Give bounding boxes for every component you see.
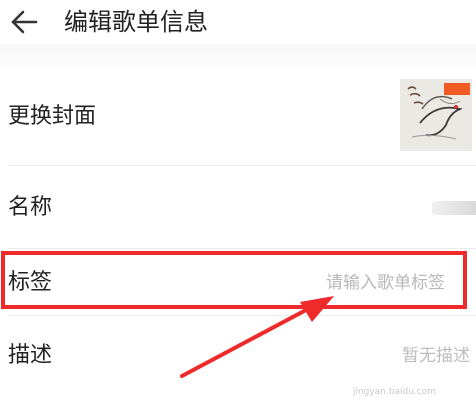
top-bar: 编辑歌单信息	[0, 0, 476, 44]
edit-playlist-screen: 编辑歌单信息 更换封面 名称 标签 描述	[0, 0, 476, 401]
cover-thumbnail[interactable]	[400, 79, 472, 151]
tags-row[interactable]: 标签	[0, 250, 476, 316]
tags-label: 标签	[8, 270, 53, 295]
name-row[interactable]: 名称	[0, 167, 476, 249]
tags-input[interactable]	[326, 268, 476, 298]
description-value: 暂无描述	[402, 346, 470, 366]
description-label: 描述	[8, 343, 53, 368]
name-label: 名称	[8, 195, 53, 220]
page-title: 编辑歌单信息	[64, 8, 208, 36]
row-divider	[8, 315, 476, 316]
back-button[interactable]	[4, 2, 44, 42]
change-cover-row[interactable]: 更换封面	[0, 68, 476, 166]
row-divider	[8, 165, 476, 166]
name-value-blurred	[432, 201, 476, 215]
header-separator	[0, 44, 476, 68]
watermark-text: jingyan.baidu.com	[352, 387, 436, 397]
change-cover-label: 更换封面	[8, 104, 97, 129]
row-divider	[8, 248, 476, 249]
back-arrow-icon	[11, 10, 38, 34]
cover-artwork-image	[400, 79, 472, 151]
